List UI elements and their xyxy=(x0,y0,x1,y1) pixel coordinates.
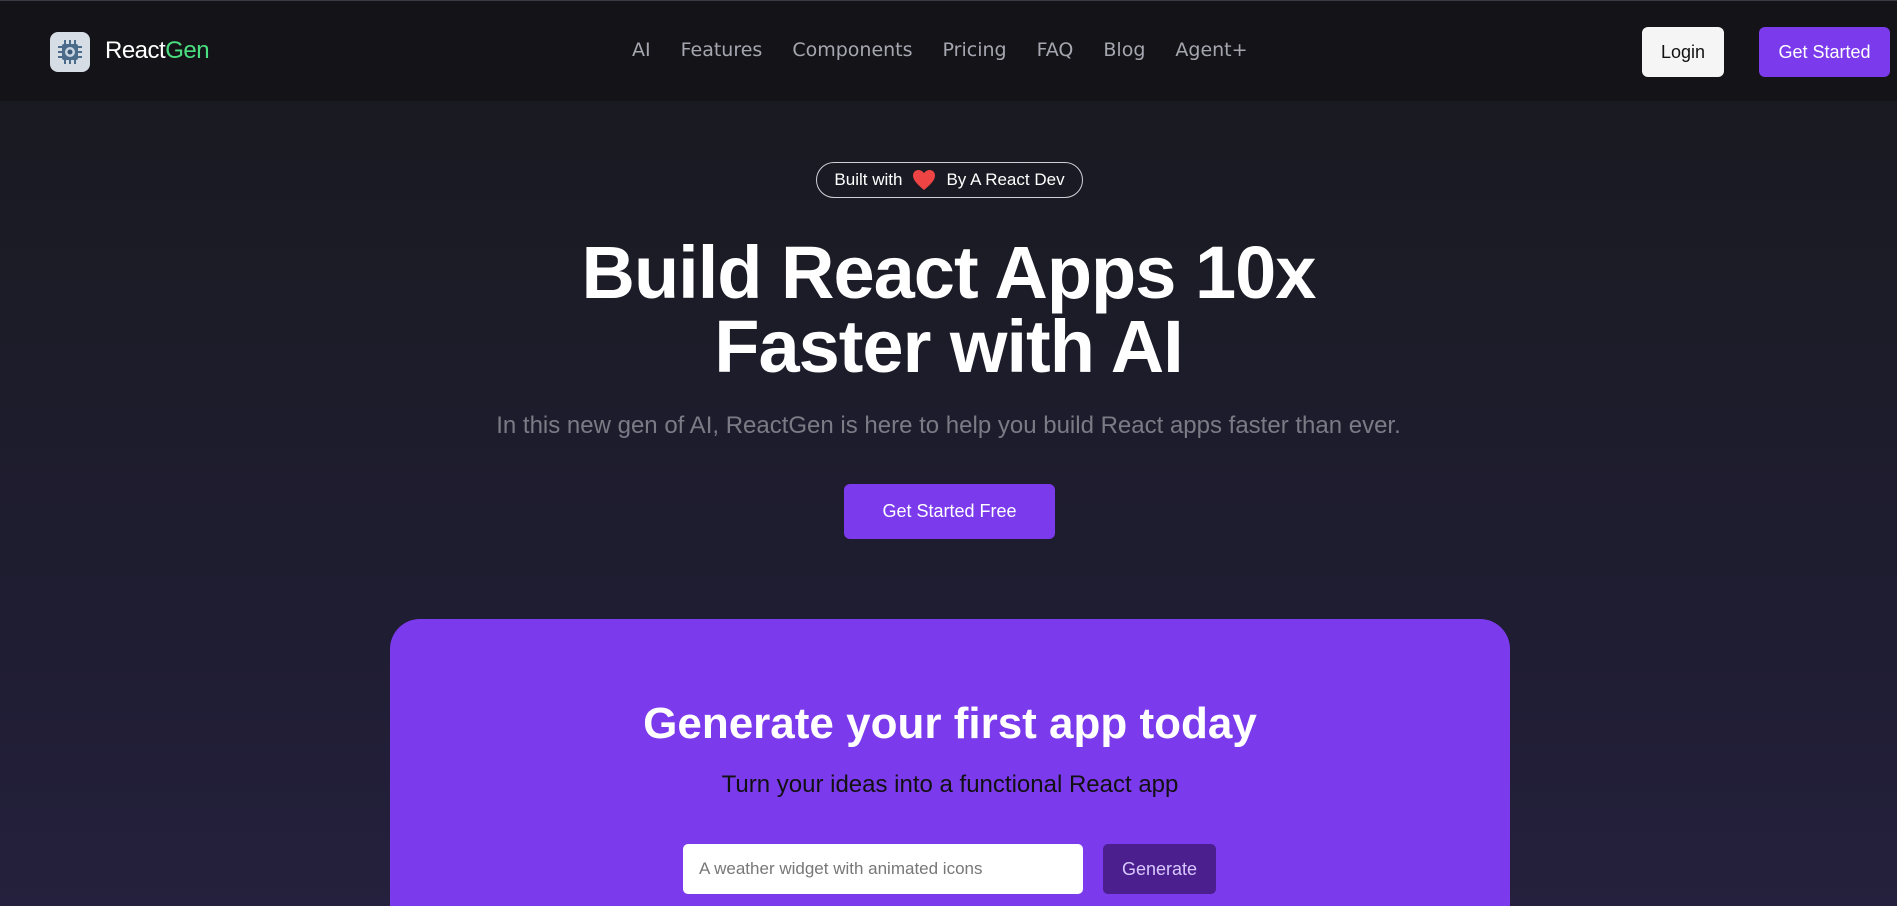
navbar: ReactGen AI Features Components Pricing … xyxy=(0,1,1897,101)
brand-name-accent: Gen xyxy=(165,37,210,64)
brain-chip-icon xyxy=(58,40,82,64)
nav-link-components[interactable]: Components xyxy=(792,39,912,61)
hero-title-line1: Build React Apps 10x xyxy=(581,231,1317,314)
page: ReactGen AI Features Components Pricing … xyxy=(0,0,1897,906)
generator-subtitle: Turn your ideas into a functional React … xyxy=(721,771,1179,798)
nav-link-features[interactable]: Features xyxy=(681,39,763,61)
nav-link-faq[interactable]: FAQ xyxy=(1037,39,1074,61)
brand-name-prefix: React xyxy=(105,37,166,64)
hero-subtitle: In this new gen of AI, ReactGen is here … xyxy=(496,412,1401,439)
nav-link-agent-plus[interactable]: Agent+ xyxy=(1175,39,1247,61)
generator-card: Generate your first app today Turn your … xyxy=(390,619,1510,906)
brand-name[interactable]: ReactGen xyxy=(105,37,210,65)
nav-link-ai[interactable]: AI xyxy=(632,39,651,61)
heart-icon xyxy=(913,170,936,190)
hero-title-line2: Faster with AI xyxy=(714,305,1183,388)
generator-title: Generate your first app today xyxy=(643,699,1257,748)
badge-text-before: Built with xyxy=(834,170,903,189)
app-idea-input[interactable] xyxy=(683,844,1083,894)
login-button[interactable]: Login xyxy=(1642,27,1724,77)
get-started-button[interactable]: Get Started xyxy=(1759,27,1890,77)
built-with-badge: Built with By A React Dev xyxy=(816,162,1083,198)
generate-button[interactable]: Generate xyxy=(1103,844,1216,894)
brain-chip-logo-icon[interactable] xyxy=(50,32,90,72)
hero-title: Build React Apps 10x Faster with AI xyxy=(0,236,1897,384)
get-started-free-button[interactable]: Get Started Free xyxy=(844,484,1055,539)
nav-link-blog[interactable]: Blog xyxy=(1103,39,1145,61)
nav-links: AI Features Components Pricing FAQ Blog … xyxy=(632,39,1278,61)
nav-link-pricing[interactable]: Pricing xyxy=(943,39,1007,61)
badge-text-after: By A React Dev xyxy=(946,170,1065,189)
